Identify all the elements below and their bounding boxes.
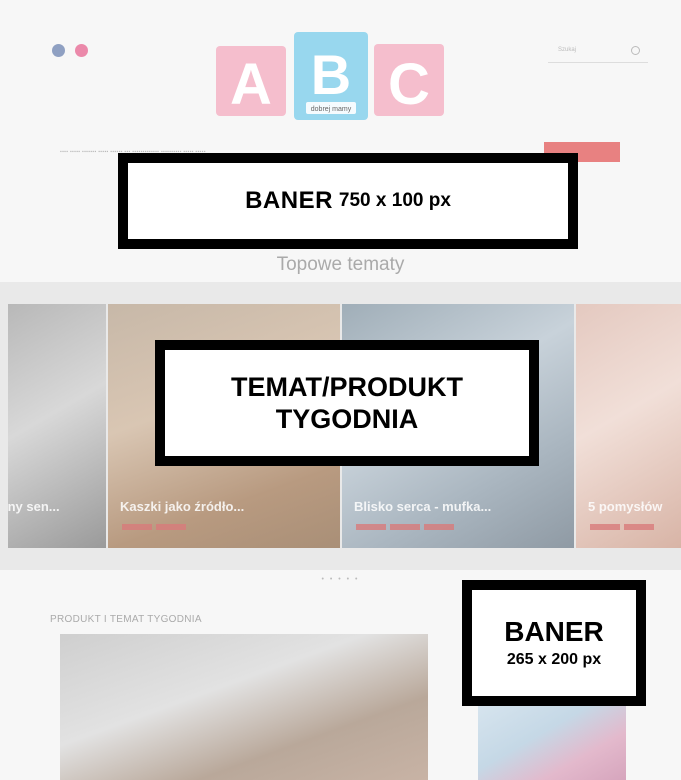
- slide-caption: Blisko serca - mufka...: [354, 499, 492, 514]
- side-banner-size: 265 x 200 px: [506, 651, 602, 668]
- top-banner-title: BANER: [245, 187, 333, 214]
- slide-tags: [122, 524, 186, 530]
- instagram-icon[interactable]: [75, 44, 88, 57]
- logo-letter-b: B: [311, 43, 351, 106]
- product-photo[interactable]: [60, 634, 428, 780]
- search-input[interactable]: Szukaj: [548, 42, 648, 63]
- topowe-tematy-heading: Topowe tematy: [276, 254, 405, 275]
- slide-tags: [356, 524, 454, 530]
- facebook-icon[interactable]: [52, 44, 65, 57]
- social-icons: [52, 44, 88, 57]
- abc-logo[interactable]: A B C dobrej mamy: [214, 28, 446, 124]
- product-section-title: PRODUKT I TEMAT TYGODNIA: [50, 614, 202, 625]
- slide-caption: Kaszki jako źródło...: [120, 499, 245, 514]
- top-banner-placeholder: BANER 750 x 100 px: [118, 153, 578, 249]
- search-placeholder: Szukaj: [558, 47, 577, 53]
- logo-tagline: dobrej mamy: [311, 106, 352, 113]
- carousel-slide[interactable]: jny sen...: [8, 304, 106, 548]
- slide-caption: jny sen...: [8, 499, 60, 514]
- top-banner-size: 750 x 100 px: [338, 190, 451, 211]
- carousel-overlay-placeholder: TEMAT/PRODUKT TYGODNIA: [155, 340, 539, 466]
- slide-tags: [590, 524, 654, 530]
- logo-letter-a: A: [230, 52, 272, 117]
- overlay-line-2: TYGODNIA: [275, 404, 419, 434]
- side-banner-placeholder: BANER 265 x 200 px: [462, 580, 646, 706]
- page: A B C dobrej mamy Szukaj ▪▪▪▪ ▪▪▪▪▪ ▪▪▪▪…: [0, 0, 681, 780]
- logo-letter-c: C: [388, 52, 430, 117]
- side-banner-title: BANER: [504, 616, 604, 647]
- carousel-slide[interactable]: 5 pomysłów: [576, 304, 681, 548]
- search-icon[interactable]: [631, 46, 640, 55]
- slide-caption: 5 pomysłów: [588, 499, 663, 514]
- overlay-line-1: TEMAT/PRODUKT: [231, 372, 463, 402]
- side-banner-image[interactable]: [478, 706, 626, 780]
